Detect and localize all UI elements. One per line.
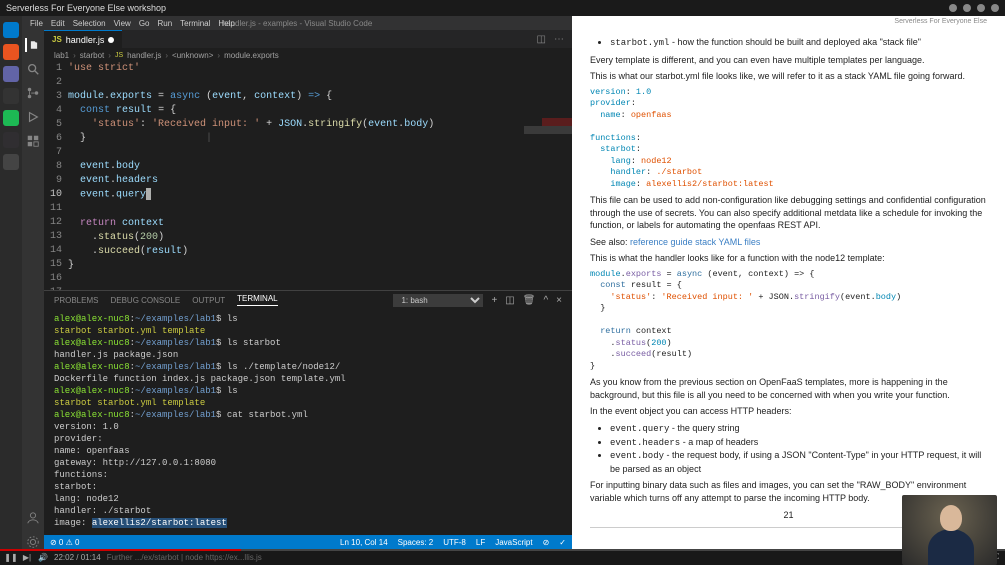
panel-tab-problems[interactable]: PROBLEMS (54, 296, 98, 305)
play-pause-button[interactable]: ❚❚ (6, 552, 16, 562)
menu-file[interactable]: File (30, 19, 43, 28)
doc-paragraph: This is what our starbot.yml file looks … (590, 70, 987, 83)
terminal[interactable]: alex@alex-nuc8:~/examples/lab1$ lsstarbo… (44, 309, 572, 535)
doc-paragraph: In the event object you can access HTTP … (590, 405, 987, 418)
dock-app-obs[interactable] (3, 132, 19, 148)
window-title: Serverless For Everyone Else workshop (6, 3, 166, 13)
status-language[interactable]: JavaScript (495, 538, 532, 547)
split-editor-icon[interactable]: ◫ (537, 34, 546, 45)
doc-paragraph: As you know from the previous section on… (590, 376, 987, 401)
wifi-icon[interactable] (949, 4, 957, 12)
menu-go[interactable]: Go (139, 19, 150, 28)
activity-explorer-icon[interactable] (25, 38, 39, 52)
activity-account-icon[interactable] (26, 511, 40, 525)
bottom-panel: PROBLEMS DEBUG CONSOLE OUTPUT TERMINAL 1… (44, 290, 572, 535)
tab-dirty-icon (108, 37, 114, 43)
time-display: 22:02 / 01:14 (54, 553, 101, 562)
now-playing-title: Further .../ex/starbot | node https://ex… (107, 553, 262, 562)
menu-selection[interactable]: Selection (73, 19, 106, 28)
terminal-add-icon[interactable]: + (491, 295, 497, 306)
status-feedback-icon[interactable]: ⊘ (543, 538, 550, 547)
terminal-split-icon[interactable]: ◫ (505, 295, 514, 306)
status-encoding[interactable]: UTF-8 (443, 538, 466, 547)
doc-paragraph: Every template is different, and you can… (590, 54, 987, 67)
video-player-bar: ❚❚ ▶| 🔊 22:02 / 01:14 Further .../ex/sta… (0, 549, 1005, 565)
breadcrumb[interactable]: lab1› starbot› JS handler.js› <unknown>›… (44, 48, 572, 62)
status-errors[interactable]: ⊘ 0 ⚠ 0 (50, 538, 79, 547)
editor-tabs: JS handler.js ◫ ⋯ (44, 30, 572, 48)
doc-list-item: starbot.yml starbot.yml - how the functi… (610, 36, 987, 50)
doc-paragraph: This file can be used to add non-configu… (590, 194, 987, 232)
os-dock (0, 16, 22, 549)
minimap[interactable] (524, 62, 572, 290)
activity-settings-icon[interactable] (26, 535, 40, 549)
doc-code-js: module.exports = async (event, context) … (590, 269, 987, 372)
code-editor[interactable]: 1234567891011121314151617 'use strict' m… (44, 62, 524, 290)
volume-icon[interactable]: 🔊 (38, 552, 48, 562)
menu-edit[interactable]: Edit (51, 19, 65, 28)
dock-app-chat[interactable] (3, 66, 19, 82)
menu-view[interactable]: View (114, 19, 131, 28)
menu-terminal[interactable]: Terminal (180, 19, 210, 28)
terminal-trash-icon[interactable]: 🗑 (523, 295, 536, 306)
doc-paragraph: See also: reference guide stack YAML fil… (590, 236, 987, 249)
js-file-icon: JS (52, 35, 62, 44)
progress-bar[interactable] (0, 549, 1005, 551)
menu-run[interactable]: Run (157, 19, 172, 28)
terminal-shell-select[interactable]: 1: bash (393, 294, 483, 307)
line-gutter: 1234567891011121314151617 (44, 62, 68, 290)
tab-handler-js[interactable]: JS handler.js (44, 30, 122, 48)
document-panel[interactable]: Serverless For Everyone Else starbot.yml… (572, 16, 1005, 549)
doc-link-yaml-reference[interactable]: reference guide stack YAML files (630, 237, 760, 247)
terminal-maximize-icon[interactable]: ^ (543, 295, 548, 306)
activity-debug-icon[interactable] (26, 110, 40, 124)
vscode-titlebar: File Edit Selection View Go Run Terminal… (22, 16, 572, 30)
code-content: 'use strict' module.exports = async (eve… (68, 62, 524, 290)
status-bar: ⊘ 0 ⚠ 0 Ln 10, Col 14 Spaces: 2 UTF-8 LF… (44, 535, 572, 549)
menu-help[interactable]: Help (218, 19, 234, 28)
panel-tab-output[interactable]: OUTPUT (192, 296, 225, 305)
panel-tab-debug[interactable]: DEBUG CONSOLE (110, 296, 180, 305)
dock-app-vscode[interactable] (3, 22, 19, 38)
vscode-window-title: handler.js - examples - Visual Studio Co… (222, 19, 373, 28)
status-eol[interactable]: LF (476, 538, 485, 547)
dock-app-terminal[interactable] (3, 88, 19, 104)
webcam-overlay (902, 495, 997, 565)
activity-search-icon[interactable] (26, 62, 40, 76)
doc-code-yaml: version: 1.0 provider: name: openfaas fu… (590, 87, 987, 190)
vscode-menu: File Edit Selection View Go Run Terminal… (30, 19, 235, 28)
os-top-bar: Serverless For Everyone Else workshop (0, 0, 1005, 16)
panel-tab-terminal[interactable]: TERMINAL (237, 294, 277, 306)
more-actions-icon[interactable]: ⋯ (554, 34, 564, 45)
doc-paragraph: This is what the handler looks like for … (590, 252, 987, 265)
activity-scm-icon[interactable] (26, 86, 40, 100)
doc-list: event.query - the query string event.hea… (610, 422, 987, 475)
vscode-window: File Edit Selection View Go Run Terminal… (22, 16, 572, 549)
dock-app-files[interactable] (3, 44, 19, 60)
next-button[interactable]: ▶| (22, 552, 32, 562)
power-icon[interactable] (991, 4, 999, 12)
terminal-close-icon[interactable]: × (556, 295, 562, 306)
activity-bar (22, 30, 44, 549)
volume-icon[interactable] (963, 4, 971, 12)
tab-label: handler.js (66, 35, 105, 45)
dock-app-misc[interactable] (3, 154, 19, 170)
status-cursor[interactable]: Ln 10, Col 14 (340, 538, 388, 547)
battery-icon[interactable] (977, 4, 985, 12)
status-prettier-icon[interactable]: ✓ (559, 538, 566, 547)
dock-app-green[interactable] (3, 110, 19, 126)
status-indent[interactable]: Spaces: 2 (398, 538, 434, 547)
activity-extensions-icon[interactable] (26, 134, 40, 148)
